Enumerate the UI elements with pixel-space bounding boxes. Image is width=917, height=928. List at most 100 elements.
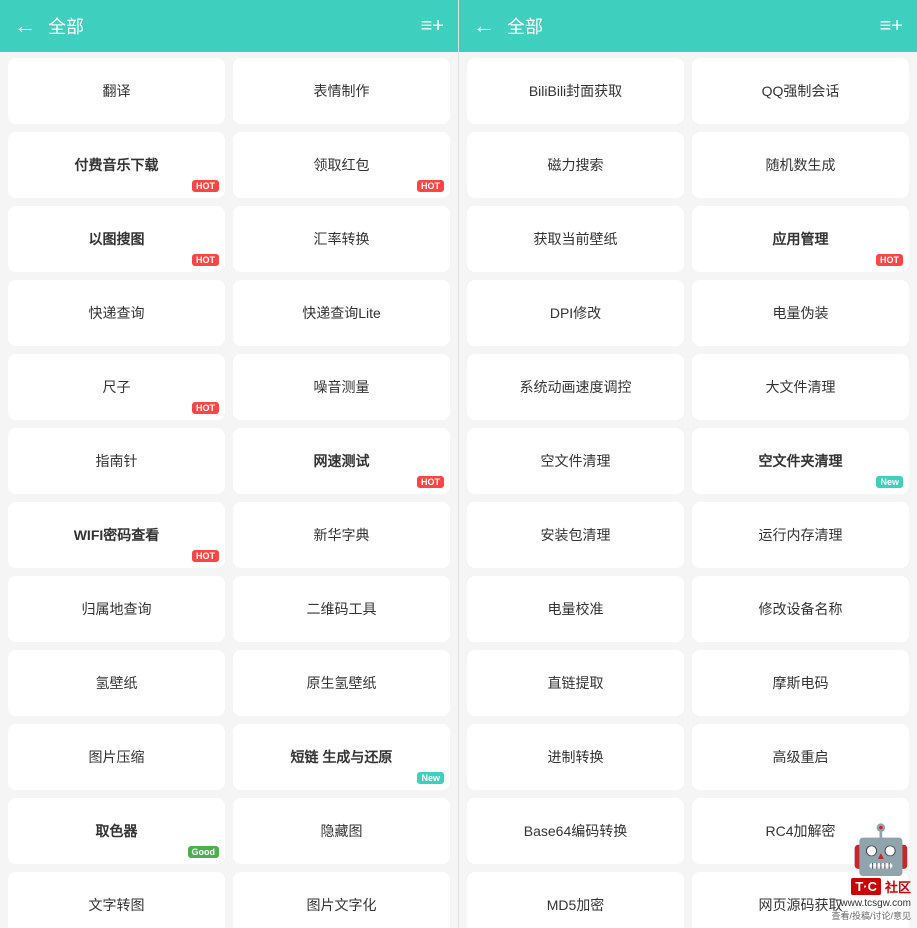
list-item-text-yincangtu: 隐藏图	[321, 821, 363, 841]
left-list[interactable]: 翻译表情制作付费音乐下载HOT领取红包HOT以图搜图HOT汇率转换快递查询快递查…	[0, 52, 458, 928]
list-item-fufeiyinyue[interactable]: 付费音乐下载HOT	[8, 132, 225, 198]
list-item-text-yingyongguanli: 应用管理	[773, 229, 829, 249]
list-item-wangsucetest[interactable]: 网速测试 HOT	[233, 428, 450, 494]
list-item-chizi[interactable]: 尺子 HOT	[8, 354, 225, 420]
list-item-yingyongguanli[interactable]: 应用管理 HOT	[692, 206, 909, 272]
list-row: BiliBili封面获取QQ强制会话	[467, 58, 909, 124]
left-back-button[interactable]: ←	[14, 13, 36, 39]
list-item-kuaidicha[interactable]: 快递查询	[8, 280, 225, 346]
list-item-suijishengcheng[interactable]: 随机数生成	[692, 132, 909, 198]
list-item-text-kongwenjianqingli: 空文件清理	[541, 451, 611, 471]
list-item-md5jiami[interactable]: MD5加密	[467, 872, 684, 928]
right-list[interactable]: BiliBili封面获取QQ强制会话磁力搜索 随机数生成获取当前壁纸 应用管理 HOT…	[459, 52, 917, 928]
list-item-zhinanzhen[interactable]: 指南针	[8, 428, 225, 494]
list-item-text-yuanshenqibizhi: 原生氢壁纸	[307, 673, 377, 693]
list-item-anzhuangbao[interactable]: 安装包清理	[467, 502, 684, 568]
list-row: 快递查询快递查询Lite	[8, 280, 450, 346]
list-item-text-dianjijiaohuan: 电量校准	[548, 599, 604, 619]
list-item-kuaidicha-lite[interactable]: 快递查询Lite	[233, 280, 450, 346]
list-row: WIFI密码查看HOT新华字典	[8, 502, 450, 568]
list-item-qqhuihua[interactable]: QQ强制会话	[692, 58, 909, 124]
list-row: 图片压缩 短链 生成与还原New	[8, 724, 450, 790]
list-item-base64[interactable]: Base64编码转换	[467, 798, 684, 864]
list-item-yuanshenqibizhi[interactable]: 原生氢壁纸	[233, 650, 450, 716]
list-item-text-jingzhizhuanhuan: 进制转换	[548, 747, 604, 767]
list-item-linquhongbao[interactable]: 领取红包HOT	[233, 132, 450, 198]
list-item-text-erweima: 二维码工具	[307, 599, 377, 619]
list-row: 付费音乐下载HOT领取红包HOT	[8, 132, 450, 198]
list-item-quseqi[interactable]: 取色器 Good	[8, 798, 225, 864]
left-menu-button[interactable]: ≡+	[421, 15, 444, 38]
badge-fufeiyinyue: HOT	[192, 180, 219, 192]
list-item-jingzhizhuanhuan[interactable]: 进制转换	[467, 724, 684, 790]
list-item-xitongdonghua[interactable]: 系统动画速度调控	[467, 354, 684, 420]
list-item-text-fanyi: 翻译	[103, 81, 131, 101]
list-item-text-duanlian: 短链 生成与还原	[291, 747, 393, 767]
list-item-text-wenzizhuantu: 文字转图	[89, 895, 145, 915]
list-item-text-linquhongbao: 领取红包	[314, 155, 370, 175]
list-item-text-dawenjianqingli: 大文件清理	[766, 377, 836, 397]
list-item-huoqianbizhi[interactable]: 获取当前壁纸	[467, 206, 684, 272]
list-item-rc4jiami[interactable]: RC4加解密	[692, 798, 909, 864]
list-item-yincangtu[interactable]: 隐藏图	[233, 798, 450, 864]
list-item-text-tupiansuoya: 图片压缩	[89, 747, 145, 767]
list-item-text-qibizhi: 氢壁纸	[96, 673, 138, 693]
left-header: ← 全部 ≡+	[0, 0, 458, 52]
list-item-dawenjianqingli[interactable]: 大文件清理	[692, 354, 909, 420]
list-item-text-cilisousou: 磁力搜索	[548, 155, 604, 175]
list-item-fanyi[interactable]: 翻译	[8, 58, 225, 124]
app-container: ← 全部 ≡+ 翻译表情制作付费音乐下载HOT领取红包HOT以图搜图HOT汇率转…	[0, 0, 917, 928]
list-item-tupiansuoya[interactable]: 图片压缩	[8, 724, 225, 790]
list-item-guishudi[interactable]: 归属地查询	[8, 576, 225, 642]
list-item-tupianwenzihua[interactable]: 图片文字化	[233, 872, 450, 928]
list-item-text-wangsucetest: 网速测试	[314, 451, 370, 471]
list-item-gaojichongqi[interactable]: 高级重启	[692, 724, 909, 790]
list-item-biaoqing[interactable]: 表情制作	[233, 58, 450, 124]
list-item-dpixiugai[interactable]: DPI修改	[467, 280, 684, 346]
list-item-text-tupianwenzihua: 图片文字化	[307, 895, 377, 915]
list-item-xiugaishebeimiancheng[interactable]: 修改设备名称	[692, 576, 909, 642]
list-item-dianjijiaohuan[interactable]: 电量校准	[467, 576, 684, 642]
list-item-dianlianweizhuang[interactable]: 电量伪装	[692, 280, 909, 346]
list-item-text-dpixiugai: DPI修改	[550, 303, 601, 323]
list-item-yitusousou[interactable]: 以图搜图HOT	[8, 206, 225, 272]
right-menu-button[interactable]: ≡+	[880, 15, 903, 38]
list-item-zaoyinceliang[interactable]: 噪音测量	[233, 354, 450, 420]
list-row: 以图搜图HOT 汇率转换	[8, 206, 450, 272]
list-row: 归属地查询 二维码工具	[8, 576, 450, 642]
badge-chizi: HOT	[192, 402, 219, 414]
list-item-text-base64: Base64编码转换	[524, 821, 627, 841]
list-item-text-quseqi: 取色器	[96, 821, 138, 841]
list-item-qibizhi[interactable]: 氢壁纸	[8, 650, 225, 716]
list-item-text-huoqianbizhi: 获取当前壁纸	[534, 229, 618, 249]
right-panel-title: 全部	[507, 13, 880, 39]
list-item-yunyingcunqingli[interactable]: 运行内存清理	[692, 502, 909, 568]
list-item-kongwenjianjiaqingli[interactable]: 空文件夹清理New	[692, 428, 909, 494]
list-item-zhiliantiqu[interactable]: 直链提取	[467, 650, 684, 716]
list-item-mosidianma[interactable]: 摩斯电码	[692, 650, 909, 716]
list-item-erweima[interactable]: 二维码工具	[233, 576, 450, 642]
list-item-huilvzhuanhuan[interactable]: 汇率转换	[233, 206, 450, 272]
badge-wangsucetest: HOT	[417, 476, 444, 488]
list-item-text-gaojichongqi: 高级重启	[773, 747, 829, 767]
list-item-wifimima[interactable]: WIFI密码查看HOT	[8, 502, 225, 568]
list-item-kongwenjianqingli[interactable]: 空文件清理	[467, 428, 684, 494]
list-item-duanlian[interactable]: 短链 生成与还原New	[233, 724, 450, 790]
list-item-text-kongwenjianjiaqingli: 空文件夹清理	[759, 451, 843, 471]
list-item-text-md5jiami: MD5加密	[547, 895, 605, 915]
list-item-text-huilvzhuanhuan: 汇率转换	[314, 229, 370, 249]
right-back-button[interactable]: ←	[473, 13, 495, 39]
list-item-wangyeyuanma[interactable]: 网页源码获取	[692, 872, 909, 928]
list-item-bilibili[interactable]: BiliBili封面获取	[467, 58, 684, 124]
list-row: 氢壁纸 原生氢壁纸	[8, 650, 450, 716]
list-item-text-chizi: 尺子	[103, 377, 131, 397]
list-item-text-xiugaishebeimiancheng: 修改设备名称	[759, 599, 843, 619]
list-item-cilisousou[interactable]: 磁力搜索	[467, 132, 684, 198]
list-item-xinhuazidian[interactable]: 新华字典	[233, 502, 450, 568]
badge-quseqi: Good	[188, 846, 220, 858]
list-item-wenzizhuantu[interactable]: 文字转图	[8, 872, 225, 928]
badge-yitusousou: HOT	[192, 254, 219, 266]
list-row: 电量校准 修改设备名称	[467, 576, 909, 642]
list-item-text-mosidianma: 摩斯电码	[773, 673, 829, 693]
badge-yingyongguanli: HOT	[876, 254, 903, 266]
